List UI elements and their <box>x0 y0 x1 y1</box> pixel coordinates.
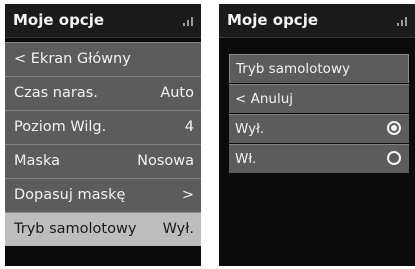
back-label: < Ekran Główny <box>14 51 131 67</box>
menu-item-label: Poziom Wilg. <box>14 119 107 135</box>
header-bar: Moje opcje <box>5 4 201 38</box>
menu-item-value: 4 <box>184 119 194 135</box>
signal-icon <box>183 17 195 26</box>
chevron-right-icon: > <box>181 187 194 203</box>
menu-item-mask-fit[interactable]: Dopasuj maskę > <box>5 178 201 212</box>
radio-unchecked-icon[interactable] <box>387 151 401 165</box>
menu-item-airplane-mode[interactable]: Tryb samolotowy Wył. <box>5 212 201 246</box>
screen-title: Moje opcje <box>227 11 319 29</box>
submenu-title: Tryb samolotowy <box>229 54 409 83</box>
menu-item-label: Czas naras. <box>14 85 98 101</box>
right-device-screen: Moje opcje Tryb samolotowy < Anuluj Wył.… <box>219 4 415 266</box>
option-on[interactable]: Wł. <box>229 144 409 173</box>
menu-item-value: Nosowa <box>137 153 194 169</box>
left-device-screen: Moje opcje < Ekran Główny Czas naras. Au… <box>5 4 201 266</box>
option-label: Wł. <box>235 151 257 167</box>
radio-checked-icon[interactable] <box>387 121 401 135</box>
back-to-home-button[interactable]: < Ekran Główny <box>5 42 201 76</box>
cancel-label: < Anuluj <box>235 91 294 107</box>
menu-item-label: Dopasuj maskę <box>14 187 126 203</box>
menu-item-value: Auto <box>160 85 194 101</box>
menu-item-ramp-time[interactable]: Czas naras. Auto <box>5 76 201 110</box>
cancel-button[interactable]: < Anuluj <box>229 84 409 113</box>
menu-item-mask[interactable]: Maska Nosowa <box>5 144 201 178</box>
signal-icon <box>397 17 409 26</box>
screen-title: Moje opcje <box>13 11 105 29</box>
option-label: Wył. <box>235 121 265 137</box>
header-bar: Moje opcje <box>219 4 415 38</box>
menu-item-label: Maska <box>14 153 60 169</box>
menu-item-value: Wył. <box>162 221 194 237</box>
submenu-title-label: Tryb samolotowy <box>236 61 350 77</box>
option-off[interactable]: Wył. <box>229 114 409 143</box>
menu-item-label: Tryb samolotowy <box>14 221 137 237</box>
menu-item-humidity[interactable]: Poziom Wilg. 4 <box>5 110 201 144</box>
